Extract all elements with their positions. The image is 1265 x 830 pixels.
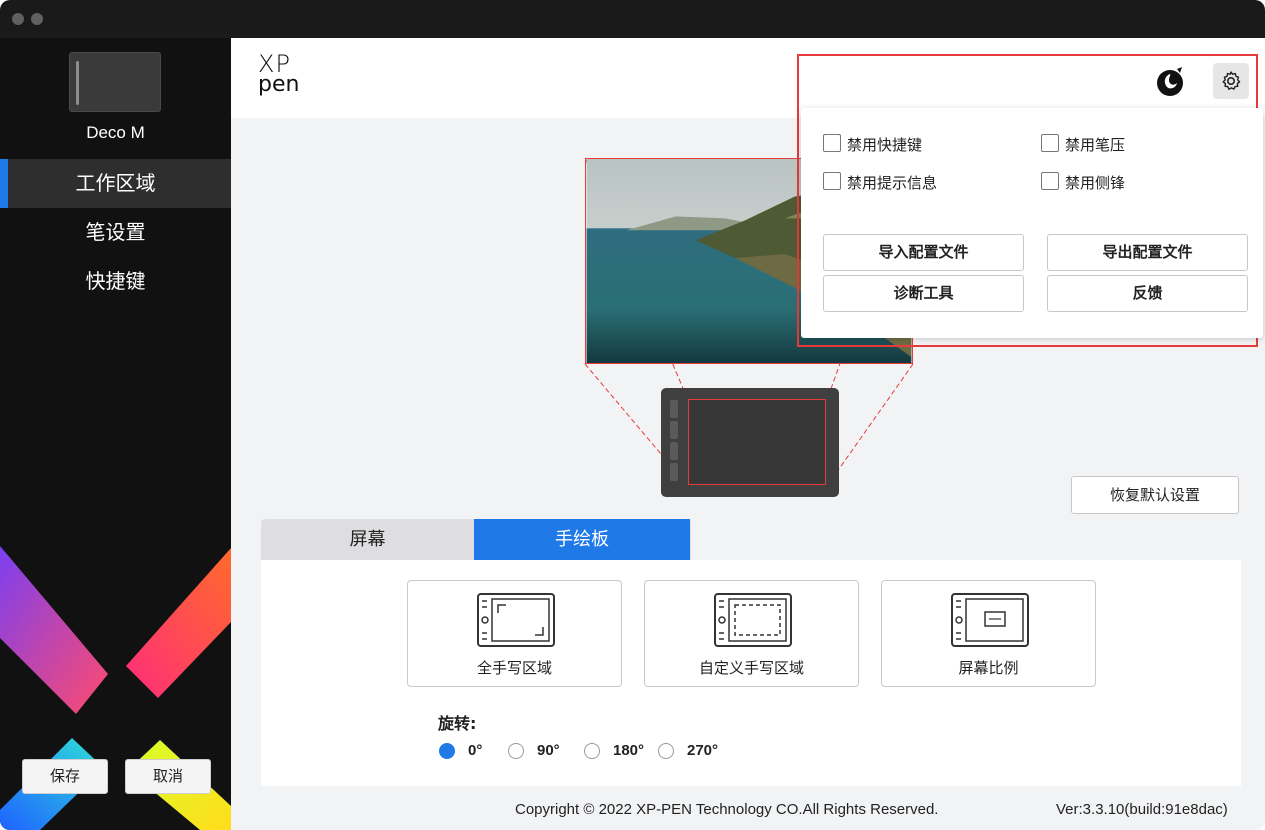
- sidebar-item-shortcuts[interactable]: 快捷键: [0, 257, 231, 306]
- settings-dropdown-card: 禁用快捷键 禁用笔压 禁用提示信息 禁用侧锋 导入配置文件 导出配置文件 诊断工…: [801, 108, 1263, 338]
- device-name: Deco M: [86, 123, 145, 142]
- sidebar: Deco M 工作区域 笔设置 快捷键 保存 取消: [0, 38, 231, 830]
- tab-screen[interactable]: 屏幕: [261, 519, 474, 560]
- full-area-icon: [477, 593, 555, 647]
- rotation-label: 旋转:: [438, 714, 477, 733]
- settings-dropdown: 禁用快捷键 禁用笔压 禁用提示信息 禁用侧锋 导入配置文件 导出配置文件 诊断工…: [797, 54, 1263, 347]
- diagnostic-tool-button[interactable]: 诊断工具: [823, 275, 1024, 312]
- sidebar-item-pen-settings[interactable]: 笔设置: [0, 208, 231, 257]
- custom-area-icon: [714, 593, 792, 647]
- custom-area-label: 自定义手写区域: [698, 659, 804, 677]
- version-text: Ver:3.3.10(build:91e8dac): [1056, 801, 1228, 818]
- screen-ratio-card[interactable]: 屏幕比例: [881, 580, 1096, 687]
- title-bar: [0, 0, 1265, 38]
- window-minimize-button[interactable]: [31, 13, 43, 25]
- tablet-tab-panel: 全手写区域 自定义手写区域 屏幕比例 旋转: 0° 90° 180° 270°: [261, 560, 1241, 786]
- save-button[interactable]: 保存: [22, 759, 108, 794]
- screen-ratio-icon: [951, 593, 1029, 647]
- footer: Copyright © 2022 XP-PEN Technology CO.Al…: [231, 790, 1265, 830]
- full-area-label: 全手写区域: [476, 659, 552, 677]
- feedback-button[interactable]: 反馈: [1047, 275, 1248, 312]
- tablet-active-area[interactable]: [688, 399, 826, 485]
- full-area-card[interactable]: 全手写区域: [407, 580, 622, 687]
- export-config-button[interactable]: 导出配置文件: [1047, 234, 1248, 271]
- import-config-button[interactable]: 导入配置文件: [823, 234, 1024, 271]
- cancel-button[interactable]: 取消: [125, 759, 211, 794]
- tablet-preview: [661, 388, 839, 497]
- window-close-button[interactable]: [12, 13, 24, 25]
- mapping-tabs: 屏幕 手绘板: [261, 519, 691, 560]
- device-thumbnail: [69, 52, 161, 112]
- tab-tablet[interactable]: 手绘板: [474, 519, 690, 560]
- screen-ratio-label: 屏幕比例: [958, 659, 1019, 677]
- custom-area-card[interactable]: 自定义手写区域: [644, 580, 859, 687]
- copyright-text: Copyright © 2022 XP-PEN Technology CO.Al…: [515, 801, 939, 818]
- app-window: Deco M 工作区域 笔设置 快捷键 保存 取消 XP pen 恢复默认设置 …: [0, 0, 1265, 830]
- restore-defaults-button[interactable]: 恢复默认设置: [1071, 476, 1239, 514]
- sidebar-item-work-area[interactable]: 工作区域: [0, 159, 231, 208]
